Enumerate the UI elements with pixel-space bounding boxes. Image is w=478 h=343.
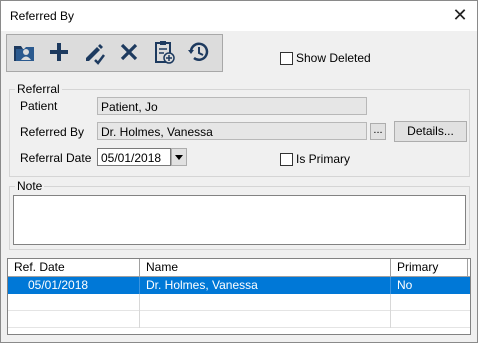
patient-folder-icon <box>14 46 34 61</box>
note-legend: Note <box>15 179 45 193</box>
is-primary-checkbox[interactable] <box>280 153 293 166</box>
pencil-edit-icon <box>86 44 105 65</box>
patient-label: Patient <box>20 99 58 113</box>
toolbar <box>6 34 223 72</box>
browse-referrer-button[interactable]: ... <box>370 123 386 140</box>
referral-date-label: Referral Date <box>20 151 92 165</box>
referrals-grid: Ref. Date Name Primary 05/01/2018 Dr. Ho… <box>7 258 471 335</box>
column-header-name[interactable]: Name <box>140 259 391 276</box>
window-title: Referred By <box>10 9 75 23</box>
clock-history-icon <box>188 42 209 61</box>
referral-legend: Referral <box>15 82 62 96</box>
history-button[interactable] <box>184 37 214 67</box>
table-row[interactable]: 05/01/2018 Dr. Holmes, Vanessa No <box>8 277 470 294</box>
row-primary: No <box>397 278 413 292</box>
note-textarea[interactable] <box>13 195 466 245</box>
empty-cell <box>140 294 391 311</box>
is-primary-label: Is Primary <box>296 152 350 166</box>
clipboard-button[interactable] <box>149 37 179 67</box>
select-patient-button[interactable] <box>9 37 39 67</box>
close-button[interactable]: ✕ <box>447 4 473 28</box>
referral-date-field[interactable]: 05/01/2018 <box>97 148 171 166</box>
edit-button[interactable] <box>79 37 109 67</box>
column-header-ref-date[interactable]: Ref. Date <box>8 259 140 276</box>
row-ref-date: 05/01/2018 <box>8 277 140 294</box>
empty-row <box>8 294 470 311</box>
details-button[interactable]: Details... <box>394 121 467 142</box>
patient-field: Patient, Jo <box>97 97 367 115</box>
show-deleted-checkbox[interactable] <box>280 52 293 65</box>
x-delete-icon <box>120 43 138 61</box>
empty-cell <box>140 311 391 328</box>
show-deleted-label: Show Deleted <box>296 51 371 65</box>
referred-by-label: Referred By <box>20 125 85 139</box>
row-name: Dr. Holmes, Vanessa <box>140 277 391 294</box>
chevron-down-icon <box>175 155 183 160</box>
grid-header: Ref. Date Name Primary <box>8 259 470 277</box>
title-bar: Referred By ✕ <box>1 1 477 31</box>
delete-button[interactable] <box>114 37 144 67</box>
clipboard-icon <box>155 41 175 64</box>
referred-by-dialog: Referred By ✕ Show Deleted Referral Pati… <box>0 0 478 343</box>
plus-icon <box>50 43 68 61</box>
empty-cell <box>8 294 140 311</box>
column-header-primary[interactable]: Primary <box>391 259 468 276</box>
empty-cell <box>8 311 140 328</box>
add-button[interactable] <box>44 37 74 67</box>
empty-row <box>8 311 470 328</box>
date-dropdown-button[interactable] <box>171 148 187 166</box>
referred-by-field: Dr. Holmes, Vanessa <box>97 122 367 140</box>
